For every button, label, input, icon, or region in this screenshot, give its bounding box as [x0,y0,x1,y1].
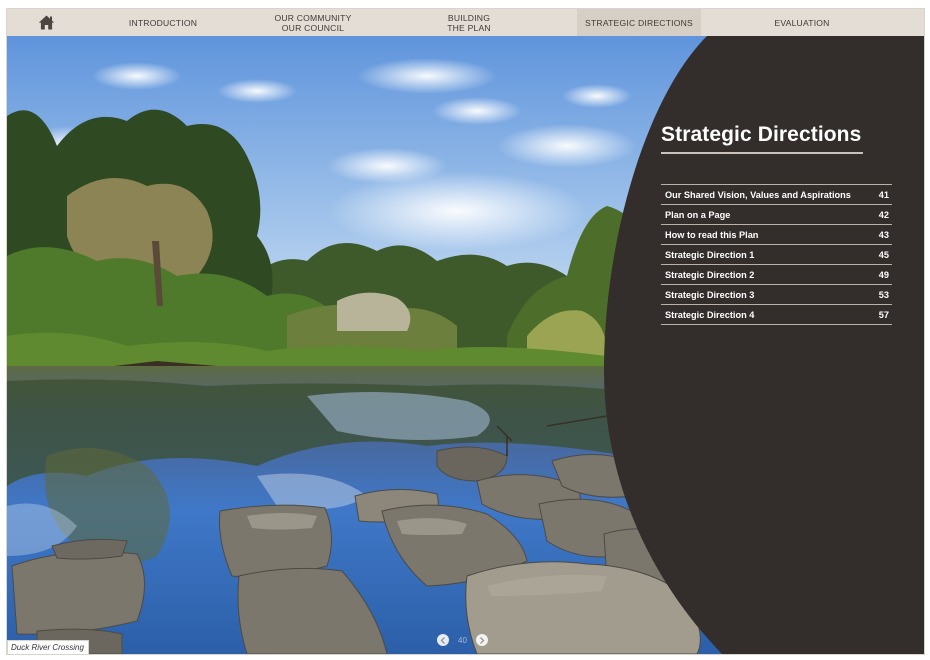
page-number: 40 [458,635,467,645]
toc-item-label: Strategic Direction 1 [665,249,755,260]
table-of-contents: Our Shared Vision, Values and Aspiration… [661,184,892,325]
toc-item-page: 45 [878,249,889,260]
previous-page-button[interactable] [437,634,449,646]
chevron-right-icon [479,636,485,644]
section-title: Strategic Directions [661,123,862,146]
chevron-left-icon [440,636,445,644]
home-button[interactable] [31,9,61,36]
nav-building-the-plan-label: BUILDING THE PLAN [447,12,491,33]
page-navigation: 40 [437,634,488,646]
nav-building-the-plan[interactable]: BUILDING THE PLAN [431,9,507,36]
top-navigation: INTRODUCTION OUR COMMUNITY OUR COUNCIL B… [7,9,924,36]
home-icon [38,15,54,30]
toc-item-page: 53 [878,289,889,300]
title-underline [661,152,863,154]
toc-item-strategic-direction-3[interactable]: Strategic Direction 3 53 [661,285,892,305]
nav-our-community[interactable]: OUR COMMUNITY OUR COUNCIL [265,9,361,36]
nav-strategic-directions-label: STRATEGIC DIRECTIONS [585,17,693,28]
nav-introduction-label: INTRODUCTION [128,17,198,28]
toc-item-plan-on-a-page[interactable]: Plan on a Page 42 [661,205,892,225]
toc-item-page: 49 [878,269,889,280]
toc-item-label: Strategic Direction 3 [665,289,755,300]
nav-our-community-label: OUR COMMUNITY OUR COUNCIL [274,12,352,33]
toc-item-label: Plan on a Page [665,209,731,220]
toc-item-page: 42 [878,209,889,220]
toc-item-how-to-read[interactable]: How to read this Plan 43 [661,225,892,245]
next-page-button[interactable] [475,634,488,646]
toc-item-label: How to read this Plan [665,229,759,240]
toc-item-page: 57 [878,309,889,320]
photo-caption: Duck River Crossing [7,640,89,654]
toc-item-shared-vision[interactable]: Our Shared Vision, Values and Aspiration… [661,185,892,205]
document-page: INTRODUCTION OUR COMMUNITY OUR COUNCIL B… [7,9,924,654]
toc-item-label: Strategic Direction 4 [665,309,755,320]
nav-introduction[interactable]: INTRODUCTION [119,9,207,36]
nav-strategic-directions[interactable]: STRATEGIC DIRECTIONS [577,9,701,36]
toc-item-label: Our Shared Vision, Values and Aspiration… [665,189,851,200]
toc-item-strategic-direction-2[interactable]: Strategic Direction 2 49 [661,265,892,285]
nav-evaluation[interactable]: EVALUATION [761,9,843,36]
toc-item-label: Strategic Direction 2 [665,269,755,280]
nav-evaluation-label: EVALUATION [774,17,830,28]
toc-item-strategic-direction-1[interactable]: Strategic Direction 1 45 [661,245,892,265]
toc-item-page: 43 [878,229,889,240]
toc-item-strategic-direction-4[interactable]: Strategic Direction 4 57 [661,305,892,325]
toc-item-page: 41 [878,189,889,200]
